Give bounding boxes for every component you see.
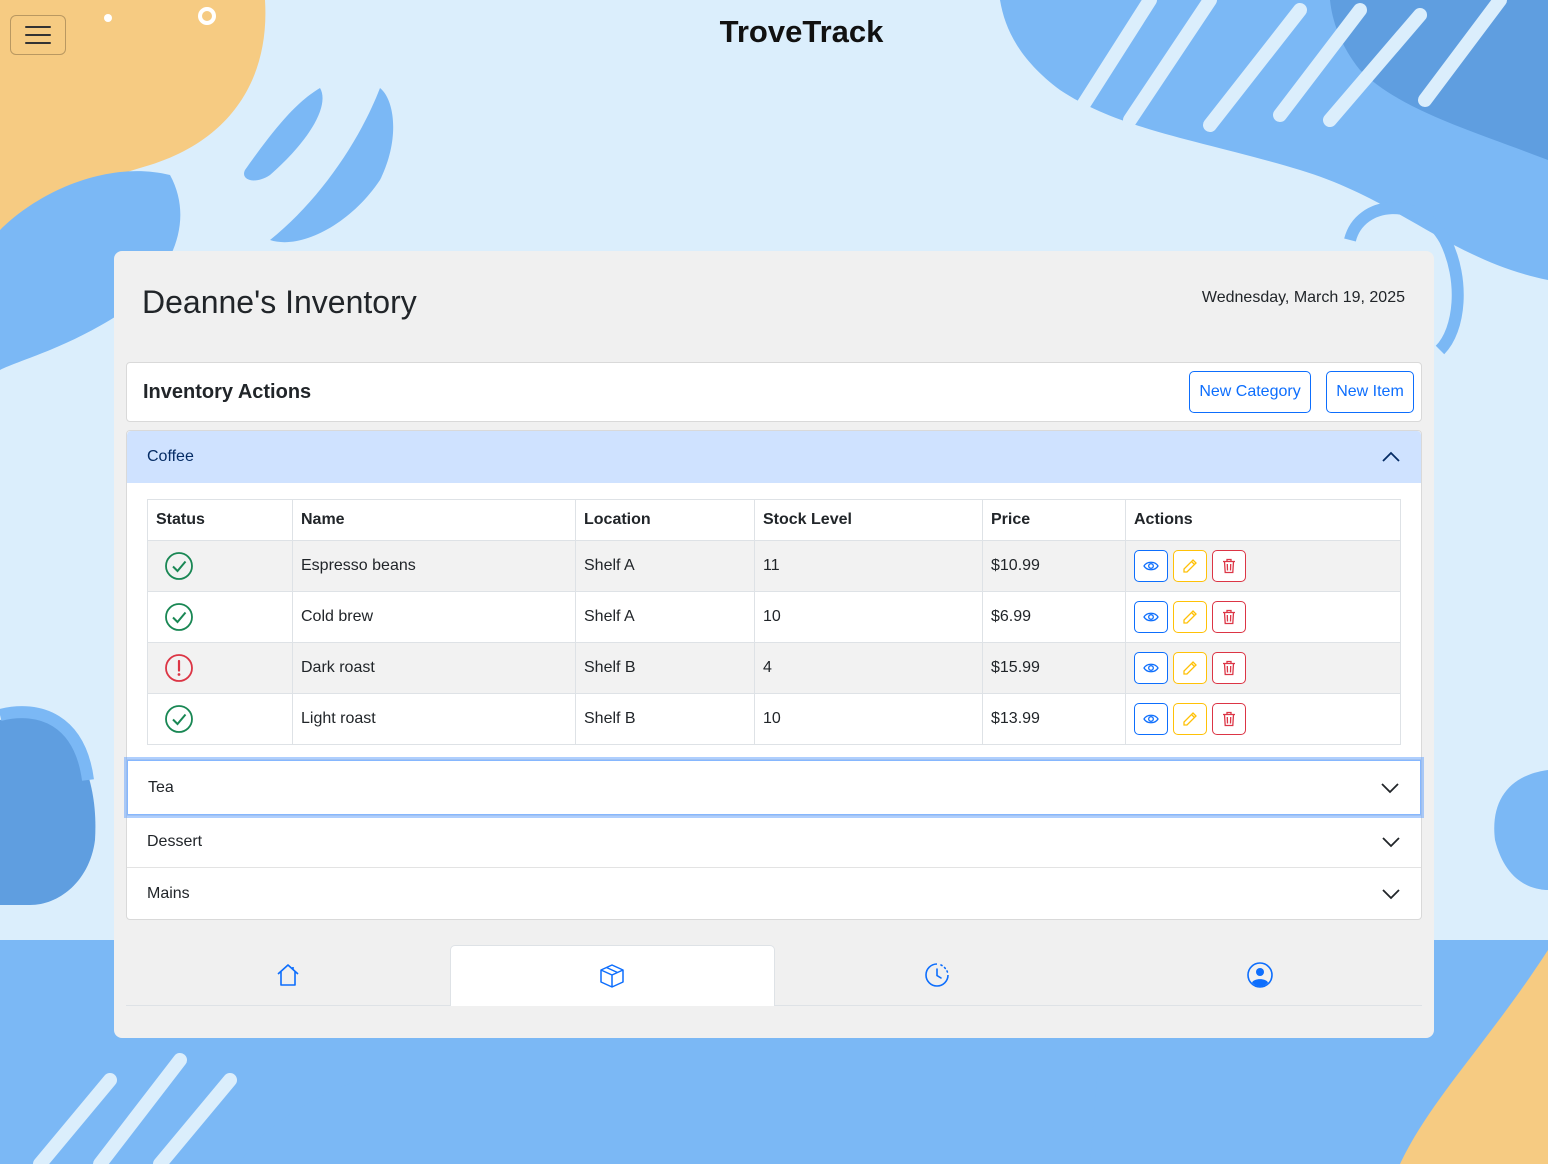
category-accordion: Coffee Status Name Location Stock Level … [126,430,1422,920]
item-name: Dark roast [292,642,576,694]
edit-button[interactable] [1173,703,1207,735]
status-cell [147,591,293,643]
delete-button[interactable] [1212,601,1246,633]
chevron-down-icon [1382,836,1400,847]
item-location: Shelf B [575,642,755,694]
chevron-down-icon [1381,782,1399,793]
table-row: Cold brew Shelf A 10 $6.99 [147,591,1401,643]
chevron-down-icon [1382,888,1400,899]
eye-icon [1143,612,1159,622]
trash-icon [1223,711,1235,727]
tab-history[interactable] [775,945,1099,1005]
column-header-status: Status [147,499,293,541]
accordion-body-coffee: Status Name Location Stock Level Price A… [127,483,1421,760]
item-location: Shelf A [575,540,755,592]
eye-icon [1143,714,1159,724]
current-date: Wednesday, March 19, 2025 [1201,289,1405,306]
check-circle-icon [165,705,193,733]
view-button[interactable] [1134,703,1168,735]
pencil-icon [1183,610,1197,624]
view-button[interactable] [1134,550,1168,582]
status-cell [147,540,293,592]
trash-icon [1223,609,1235,625]
table-row: Light roast Shelf B 10 $13.99 [147,693,1401,745]
status-cell [147,693,293,745]
delete-button[interactable] [1212,703,1246,735]
check-circle-icon [165,603,193,631]
actions-cell [1125,693,1401,745]
inventory-actions-bar: Inventory Actions New Category New Item [126,362,1422,422]
house-icon [277,964,299,986]
check-circle-icon [165,552,193,580]
accordion-header-tea[interactable]: Tea [127,760,1421,815]
exclamation-circle-icon [165,654,193,682]
bottom-tab-bar [126,945,1422,1006]
tab-inventory[interactable] [449,945,775,1006]
item-name: Cold brew [292,591,576,643]
item-stock: 11 [754,540,983,592]
column-header-name: Name [292,499,576,541]
new-item-button[interactable]: New Item [1326,371,1414,413]
inventory-card: Deanne's Inventory Wednesday, March 19, … [114,251,1434,1038]
view-button[interactable] [1134,601,1168,633]
eye-icon [1143,561,1159,571]
inventory-table: Status Name Location Stock Level Price A… [147,499,1401,745]
actions-cell [1125,540,1401,592]
page-title: Deanne's Inventory [142,284,417,320]
trash-icon [1223,660,1235,676]
pencil-icon [1183,559,1197,573]
eye-icon [1143,663,1159,673]
column-header-actions: Actions [1125,499,1401,541]
category-name: Dessert [147,832,203,850]
accordion-header-coffee[interactable]: Coffee [127,431,1421,483]
column-header-location: Location [575,499,755,541]
category-name: Tea [148,778,174,796]
status-cell [147,642,293,694]
clock-history-icon [924,963,949,987]
item-price: $13.99 [982,693,1126,745]
edit-button[interactable] [1173,550,1207,582]
item-stock: 4 [754,642,983,694]
tab-profile[interactable] [1099,945,1423,1005]
item-price: $15.99 [982,642,1126,694]
item-stock: 10 [754,591,983,643]
delete-button[interactable] [1212,550,1246,582]
column-header-stock-level: Stock Level [754,499,983,541]
item-price: $6.99 [982,591,1126,643]
accordion-header-dessert[interactable]: Dessert [127,815,1421,867]
pencil-icon [1183,661,1197,675]
box-icon [600,964,624,988]
actions-cell [1125,591,1401,643]
edit-button[interactable] [1173,601,1207,633]
item-location: Shelf B [575,693,755,745]
item-location: Shelf A [575,591,755,643]
item-price: $10.99 [982,540,1126,592]
column-header-price: Price [982,499,1126,541]
table-row: Espresso beans Shelf A 11 $10.99 [147,540,1401,592]
trash-icon [1223,558,1235,574]
accordion-header-mains[interactable]: Mains [127,867,1421,919]
chevron-up-icon [1382,451,1400,462]
edit-button[interactable] [1173,652,1207,684]
pencil-icon [1183,712,1197,726]
view-button[interactable] [1134,652,1168,684]
new-category-button[interactable]: New Category [1189,371,1311,413]
person-circle-icon [1247,962,1274,988]
category-name: Coffee [147,448,194,465]
card-header: Deanne's Inventory Wednesday, March 19, … [142,281,1406,325]
delete-button[interactable] [1212,652,1246,684]
app-title: TroveTrack [719,14,884,49]
item-name: Light roast [292,693,576,745]
inventory-actions-title: Inventory Actions [143,381,312,403]
item-name: Espresso beans [292,540,576,592]
table-row: Dark roast Shelf B 4 $15.99 [147,642,1401,694]
actions-cell [1125,642,1401,694]
item-stock: 10 [754,693,983,745]
tab-home[interactable] [126,945,450,1005]
category-name: Mains [147,884,190,902]
